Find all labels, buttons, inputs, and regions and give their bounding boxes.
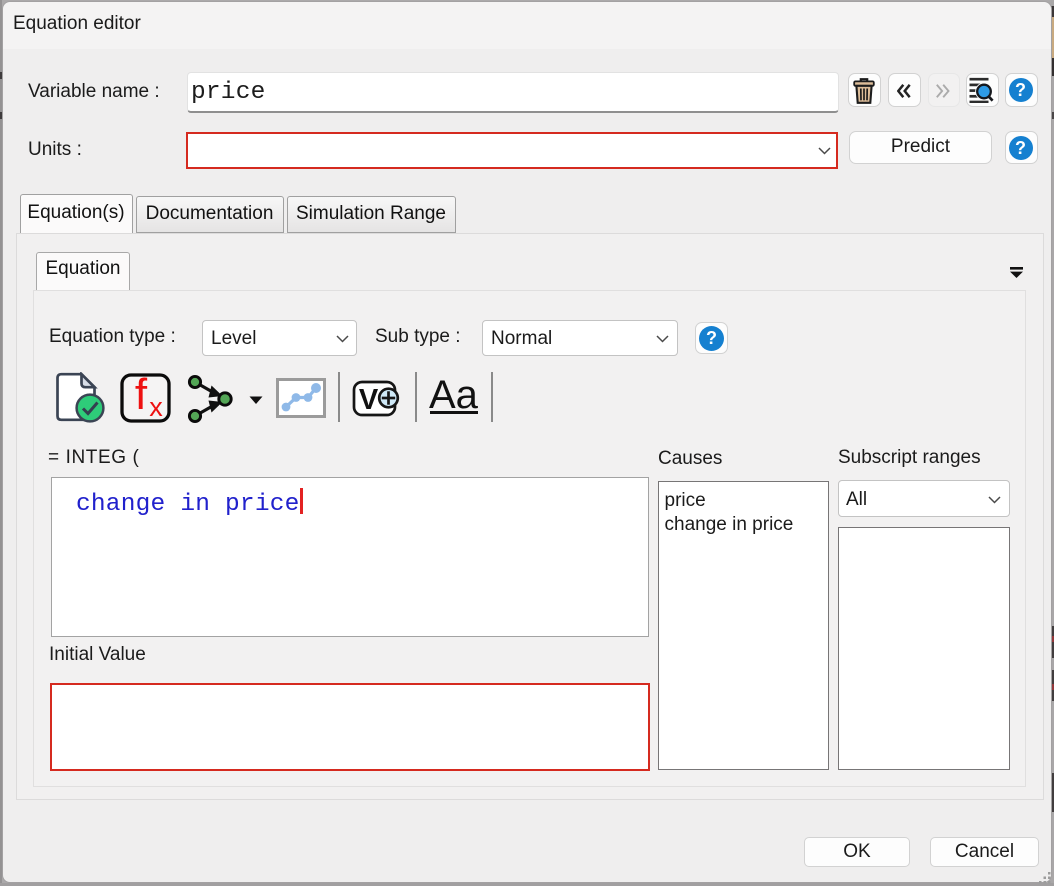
svg-text:V: V (359, 384, 379, 416)
svg-text:f: f (135, 373, 148, 419)
svg-text:x: x (149, 392, 163, 422)
